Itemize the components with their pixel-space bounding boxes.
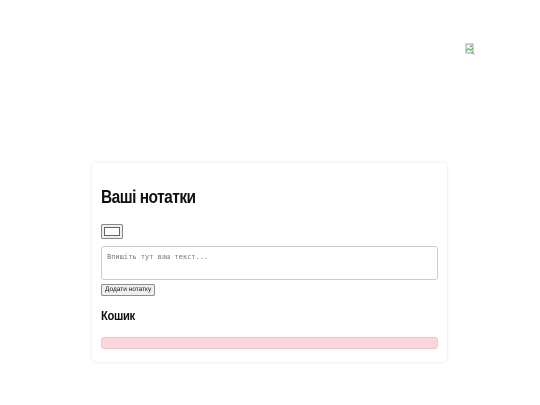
page: Ваші нотатки Додати нотатку Кошик	[0, 0, 540, 405]
notes-card: Ваші нотатки Додати нотатку Кошик	[92, 163, 447, 362]
broken-image-icon	[465, 43, 475, 55]
note-color-swatch	[104, 227, 120, 236]
note-text-input[interactable]	[101, 246, 438, 280]
notes-title: Ваші нотатки	[101, 187, 196, 207]
add-note-button[interactable]: Додати нотатку	[101, 284, 156, 296]
trash-drop-zone[interactable]	[101, 337, 438, 349]
note-color-picker[interactable]	[101, 224, 123, 239]
trash-title: Кошик	[101, 308, 135, 323]
